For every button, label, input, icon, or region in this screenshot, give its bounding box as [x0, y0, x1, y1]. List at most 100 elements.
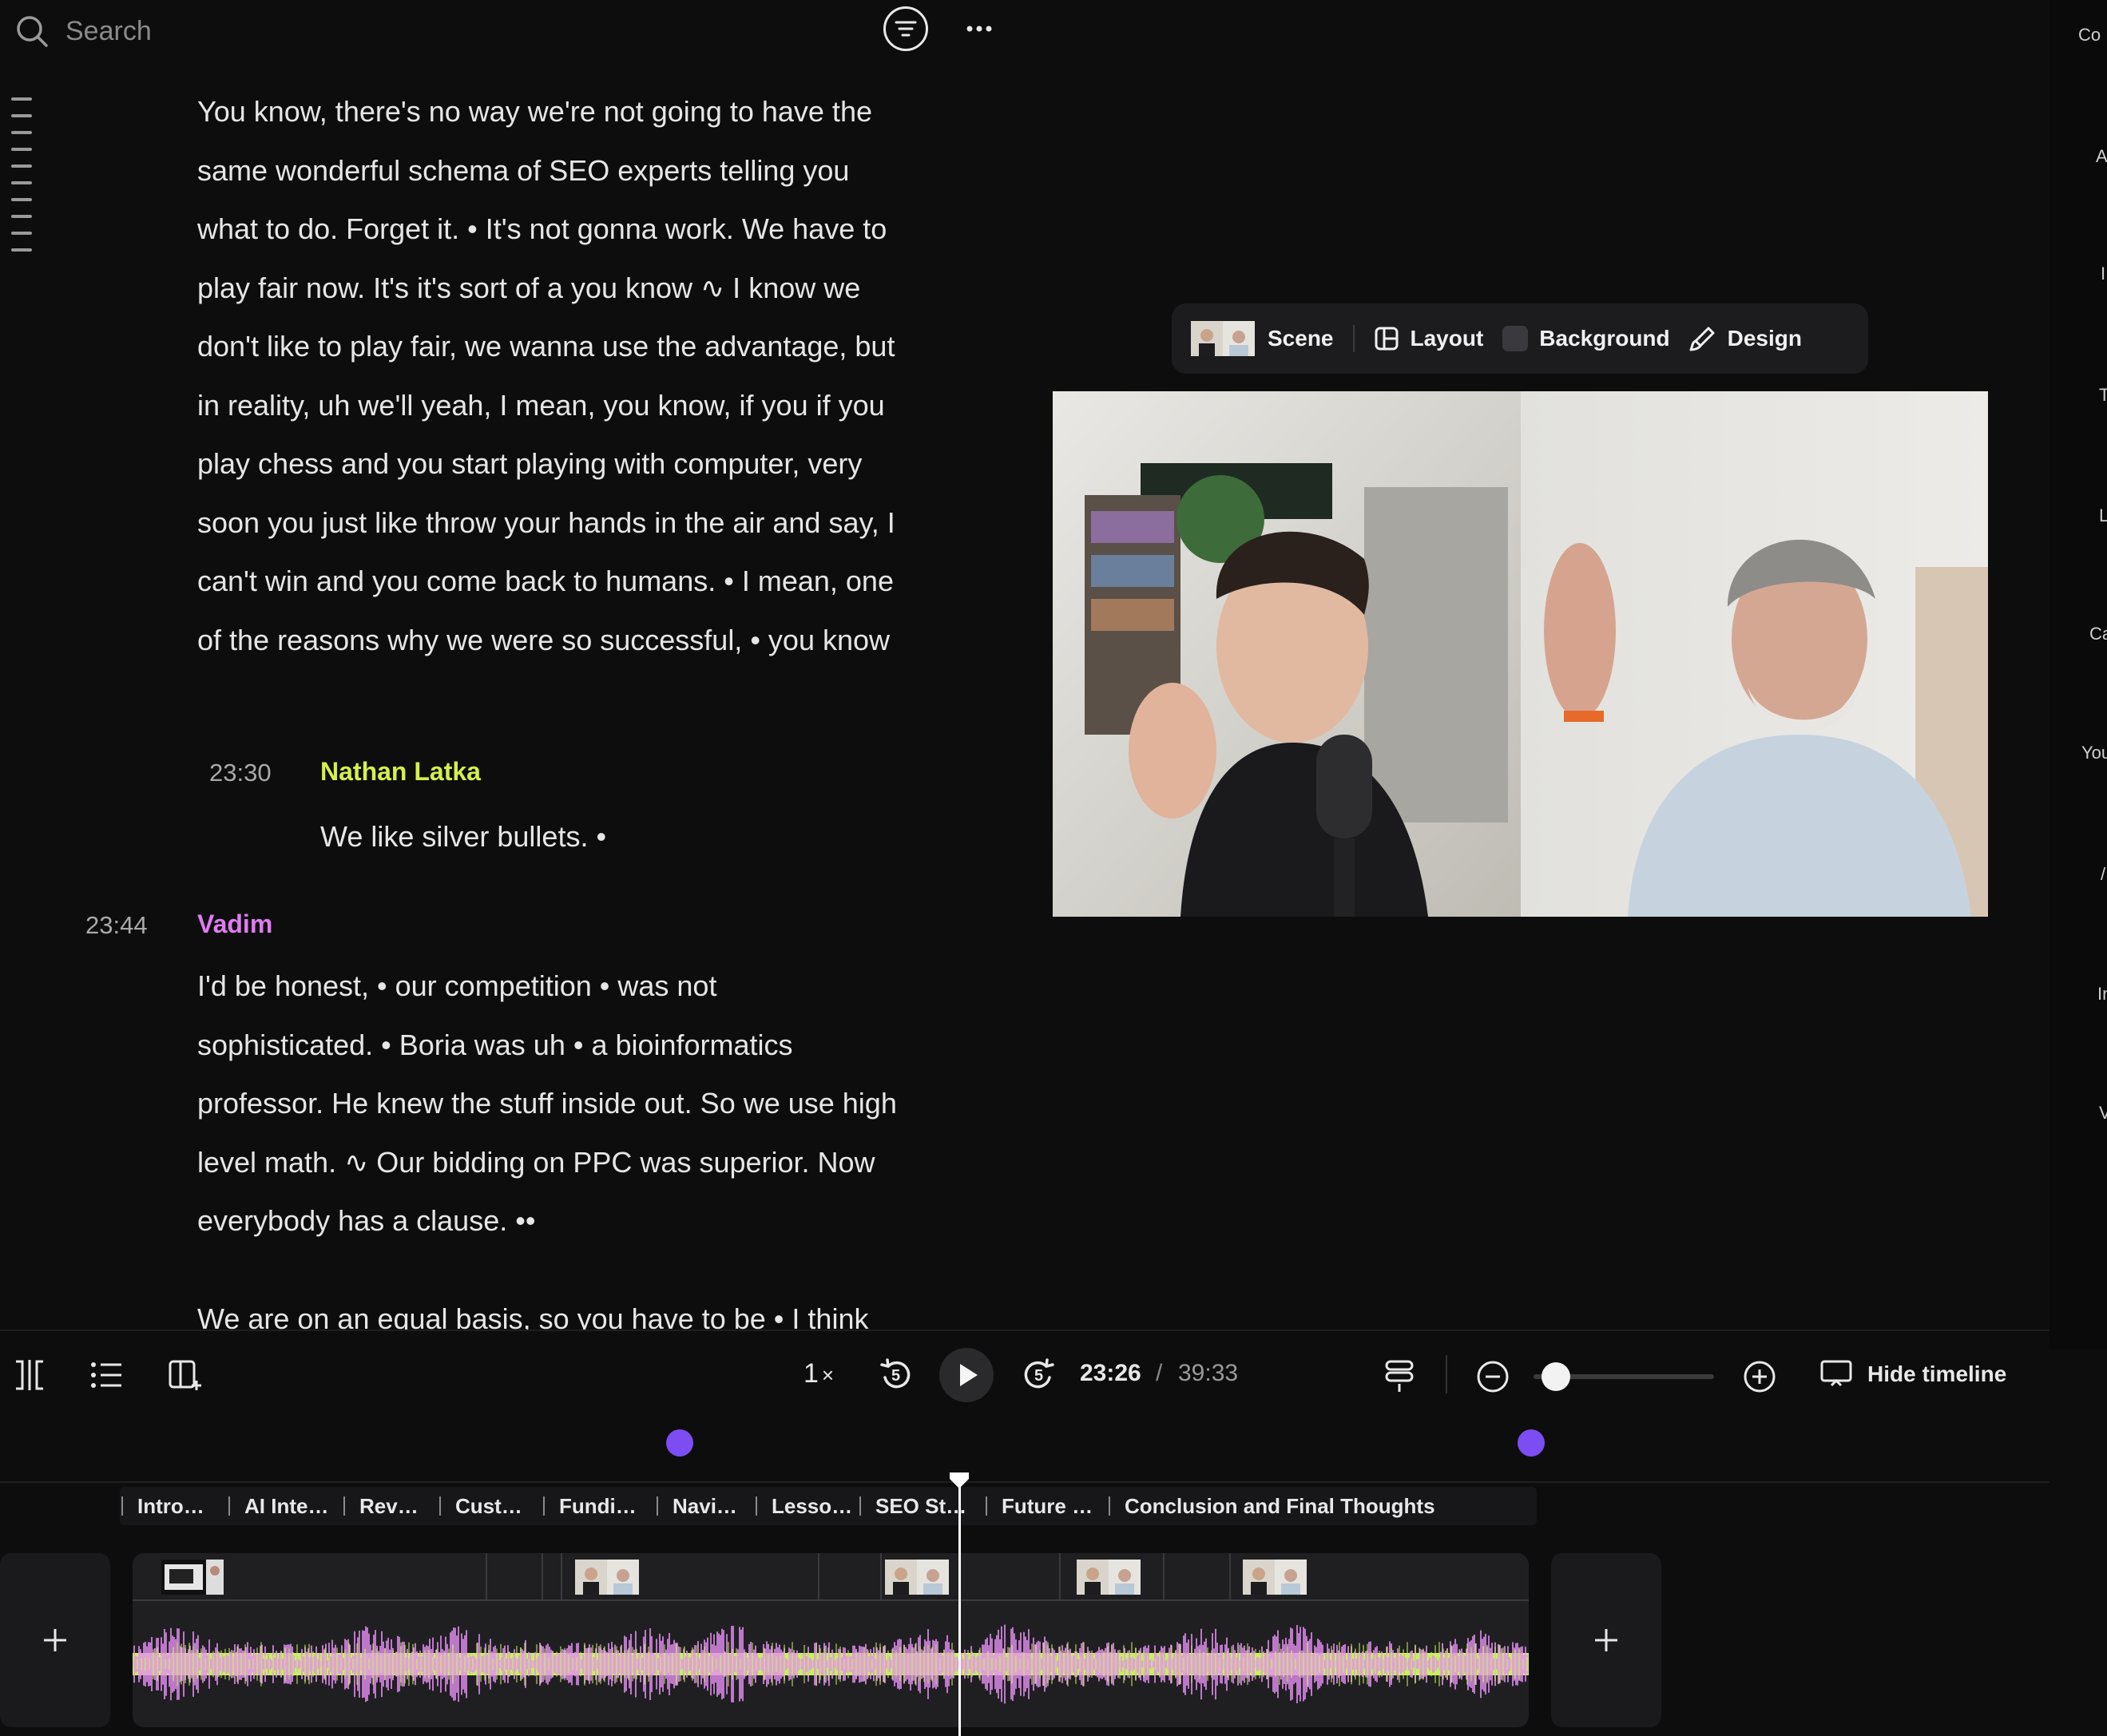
video-preview[interactable] — [1053, 391, 1988, 917]
right-panel-label[interactable]: T — [2099, 385, 2107, 406]
speed-value: 1 — [804, 1358, 819, 1389]
layout-button[interactable]: Layout — [1374, 326, 1484, 351]
right-panel-label[interactable]: I — [2101, 264, 2105, 284]
audio-waveform[interactable] — [133, 1601, 1529, 1727]
right-panel-label[interactable]: A — [2096, 146, 2107, 167]
add-panel-icon[interactable] — [168, 1358, 203, 1392]
scene-button[interactable]: Scene — [1191, 321, 1334, 356]
clip-thumbnail[interactable] — [1077, 1560, 1141, 1595]
design-button[interactable]: Design — [1689, 325, 1802, 352]
minimap-line — [11, 198, 32, 201]
layout-icon — [1375, 327, 1398, 351]
zoom-out-icon[interactable] — [1476, 1360, 1510, 1393]
divider — [1446, 1355, 1447, 1393]
clip-boundary[interactable] — [1059, 1553, 1061, 1599]
chapter-segment[interactable]: Intro… — [121, 1487, 240, 1525]
right-panel-label[interactable]: You — [2081, 743, 2107, 763]
forward-button[interactable]: 5 — [1019, 1357, 1056, 1393]
search-icon — [17, 16, 48, 47]
rewind-seconds: 5 — [891, 1367, 901, 1385]
scene-label: Scene — [1268, 326, 1334, 351]
hide-timeline-button[interactable]: Hide timeline — [1819, 1358, 2006, 1390]
transcript-paragraph[interactable]: I'd be honest, • our competition • was n… — [197, 957, 900, 1250]
background-swatch-icon — [1502, 326, 1529, 351]
search-input[interactable] — [64, 14, 786, 48]
scene-thumbnail — [1191, 321, 1255, 356]
monitor-icon — [1820, 1360, 1852, 1387]
divider — [0, 1481, 2049, 1483]
chapter-segment[interactable]: Future … — [986, 1487, 1097, 1525]
captions-style-icon[interactable] — [1383, 1358, 1415, 1393]
search-bar[interactable] — [14, 8, 877, 54]
add-clip-before-button[interactable] — [0, 1553, 110, 1727]
clip-boundary[interactable] — [1229, 1553, 1231, 1599]
chapter-segment[interactable]: Fundi… — [543, 1487, 647, 1525]
chapter-segment[interactable]: AI Inte… — [228, 1487, 342, 1525]
timeline-marker[interactable] — [666, 1429, 693, 1457]
forward-seconds: 5 — [1034, 1367, 1044, 1385]
right-panel-label[interactable]: Ca — [2089, 624, 2107, 644]
clip-thumbnail[interactable] — [575, 1560, 639, 1595]
timestamp[interactable]: 23:44 — [85, 911, 148, 940]
minimap-line — [11, 215, 32, 218]
playhead-line — [958, 1487, 961, 1736]
transcript-paragraph[interactable]: We are on an equal basis, so you have to… — [197, 1290, 916, 1330]
chapter-segment[interactable]: Cust… — [439, 1487, 546, 1525]
chapter-segment[interactable]: Rev… — [343, 1487, 444, 1525]
playback-speed-button[interactable]: 1 × — [804, 1358, 834, 1389]
add-clip-after-button[interactable] — [1551, 1553, 1661, 1727]
speed-unit: × — [821, 1363, 835, 1387]
minimap-line — [11, 131, 32, 134]
right-panel-label[interactable]: L — [2099, 505, 2107, 526]
background-button[interactable]: Background — [1502, 326, 1670, 351]
rewind-button[interactable]: 5 — [879, 1357, 915, 1393]
minimap-line — [11, 148, 32, 151]
list-icon[interactable] — [89, 1360, 123, 1390]
right-panel-label[interactable]: / — [2101, 864, 2105, 885]
minimap-line — [11, 114, 32, 117]
playhead[interactable] — [947, 1471, 971, 1736]
minimap-line — [11, 97, 32, 101]
clip-boundary[interactable] — [818, 1553, 819, 1599]
split-icon[interactable] — [13, 1358, 46, 1392]
clip-boundary[interactable] — [542, 1553, 543, 1599]
transcript-paragraph[interactable]: We like silver bullets. • — [320, 807, 879, 866]
speaker-name[interactable]: Vadim — [197, 910, 272, 939]
zoom-in-icon[interactable] — [1743, 1360, 1776, 1393]
divider — [1352, 325, 1355, 352]
chapter-segment[interactable]: Conclusion and Final Thoughts — [1109, 1487, 1540, 1525]
zoom-slider[interactable] — [1534, 1362, 1714, 1391]
layout-label: Layout — [1410, 326, 1484, 351]
timeline-marker[interactable] — [1518, 1429, 1545, 1457]
timeline-track[interactable] — [133, 1553, 1529, 1727]
right-panel-edge: Co A I T L Ca You / In V — [2049, 0, 2107, 1350]
clip-boundary[interactable] — [561, 1553, 562, 1599]
more-icon — [966, 26, 992, 32]
plus-icon — [1595, 1629, 1617, 1651]
clip-boundary[interactable] — [1163, 1553, 1165, 1599]
transcript-panel: You know, there's no way we're not going… — [0, 76, 998, 1330]
more-options-button[interactable] — [963, 11, 995, 46]
right-panel-label[interactable]: In — [2097, 984, 2107, 1005]
chapter-segment[interactable]: Lesso… — [756, 1487, 859, 1525]
right-panel-label[interactable]: V — [2099, 1103, 2107, 1124]
clip-thumbnail[interactable] — [885, 1560, 949, 1595]
filter-button[interactable] — [883, 6, 928, 51]
timestamp[interactable]: 23:30 — [209, 759, 272, 787]
brush-icon — [1689, 327, 1715, 351]
clip-boundary[interactable] — [486, 1553, 487, 1599]
clip-thumbnail[interactable] — [1243, 1560, 1307, 1595]
minimap-line — [11, 248, 32, 252]
chapter-segment[interactable]: Navi… — [657, 1487, 756, 1525]
player-bar: 1 × 5 5 23:26 / 39:33 Hide timeline — [0, 1330, 2049, 1419]
clip-thumbnail[interactable] — [161, 1560, 224, 1595]
speaker-name[interactable]: Nathan Latka — [320, 757, 481, 787]
right-panel-label[interactable]: Co — [2078, 25, 2101, 46]
transcript-paragraph[interactable]: You know, there's no way we're not going… — [197, 82, 916, 669]
clip-boundary[interactable] — [880, 1553, 882, 1599]
play-button[interactable] — [939, 1348, 994, 1402]
video-frame-image — [1053, 391, 1988, 917]
design-label: Design — [1727, 326, 1802, 351]
scene-toolbar: Scene Layout Background Design — [1172, 303, 1868, 374]
zoom-slider-handle[interactable] — [1541, 1362, 1570, 1391]
